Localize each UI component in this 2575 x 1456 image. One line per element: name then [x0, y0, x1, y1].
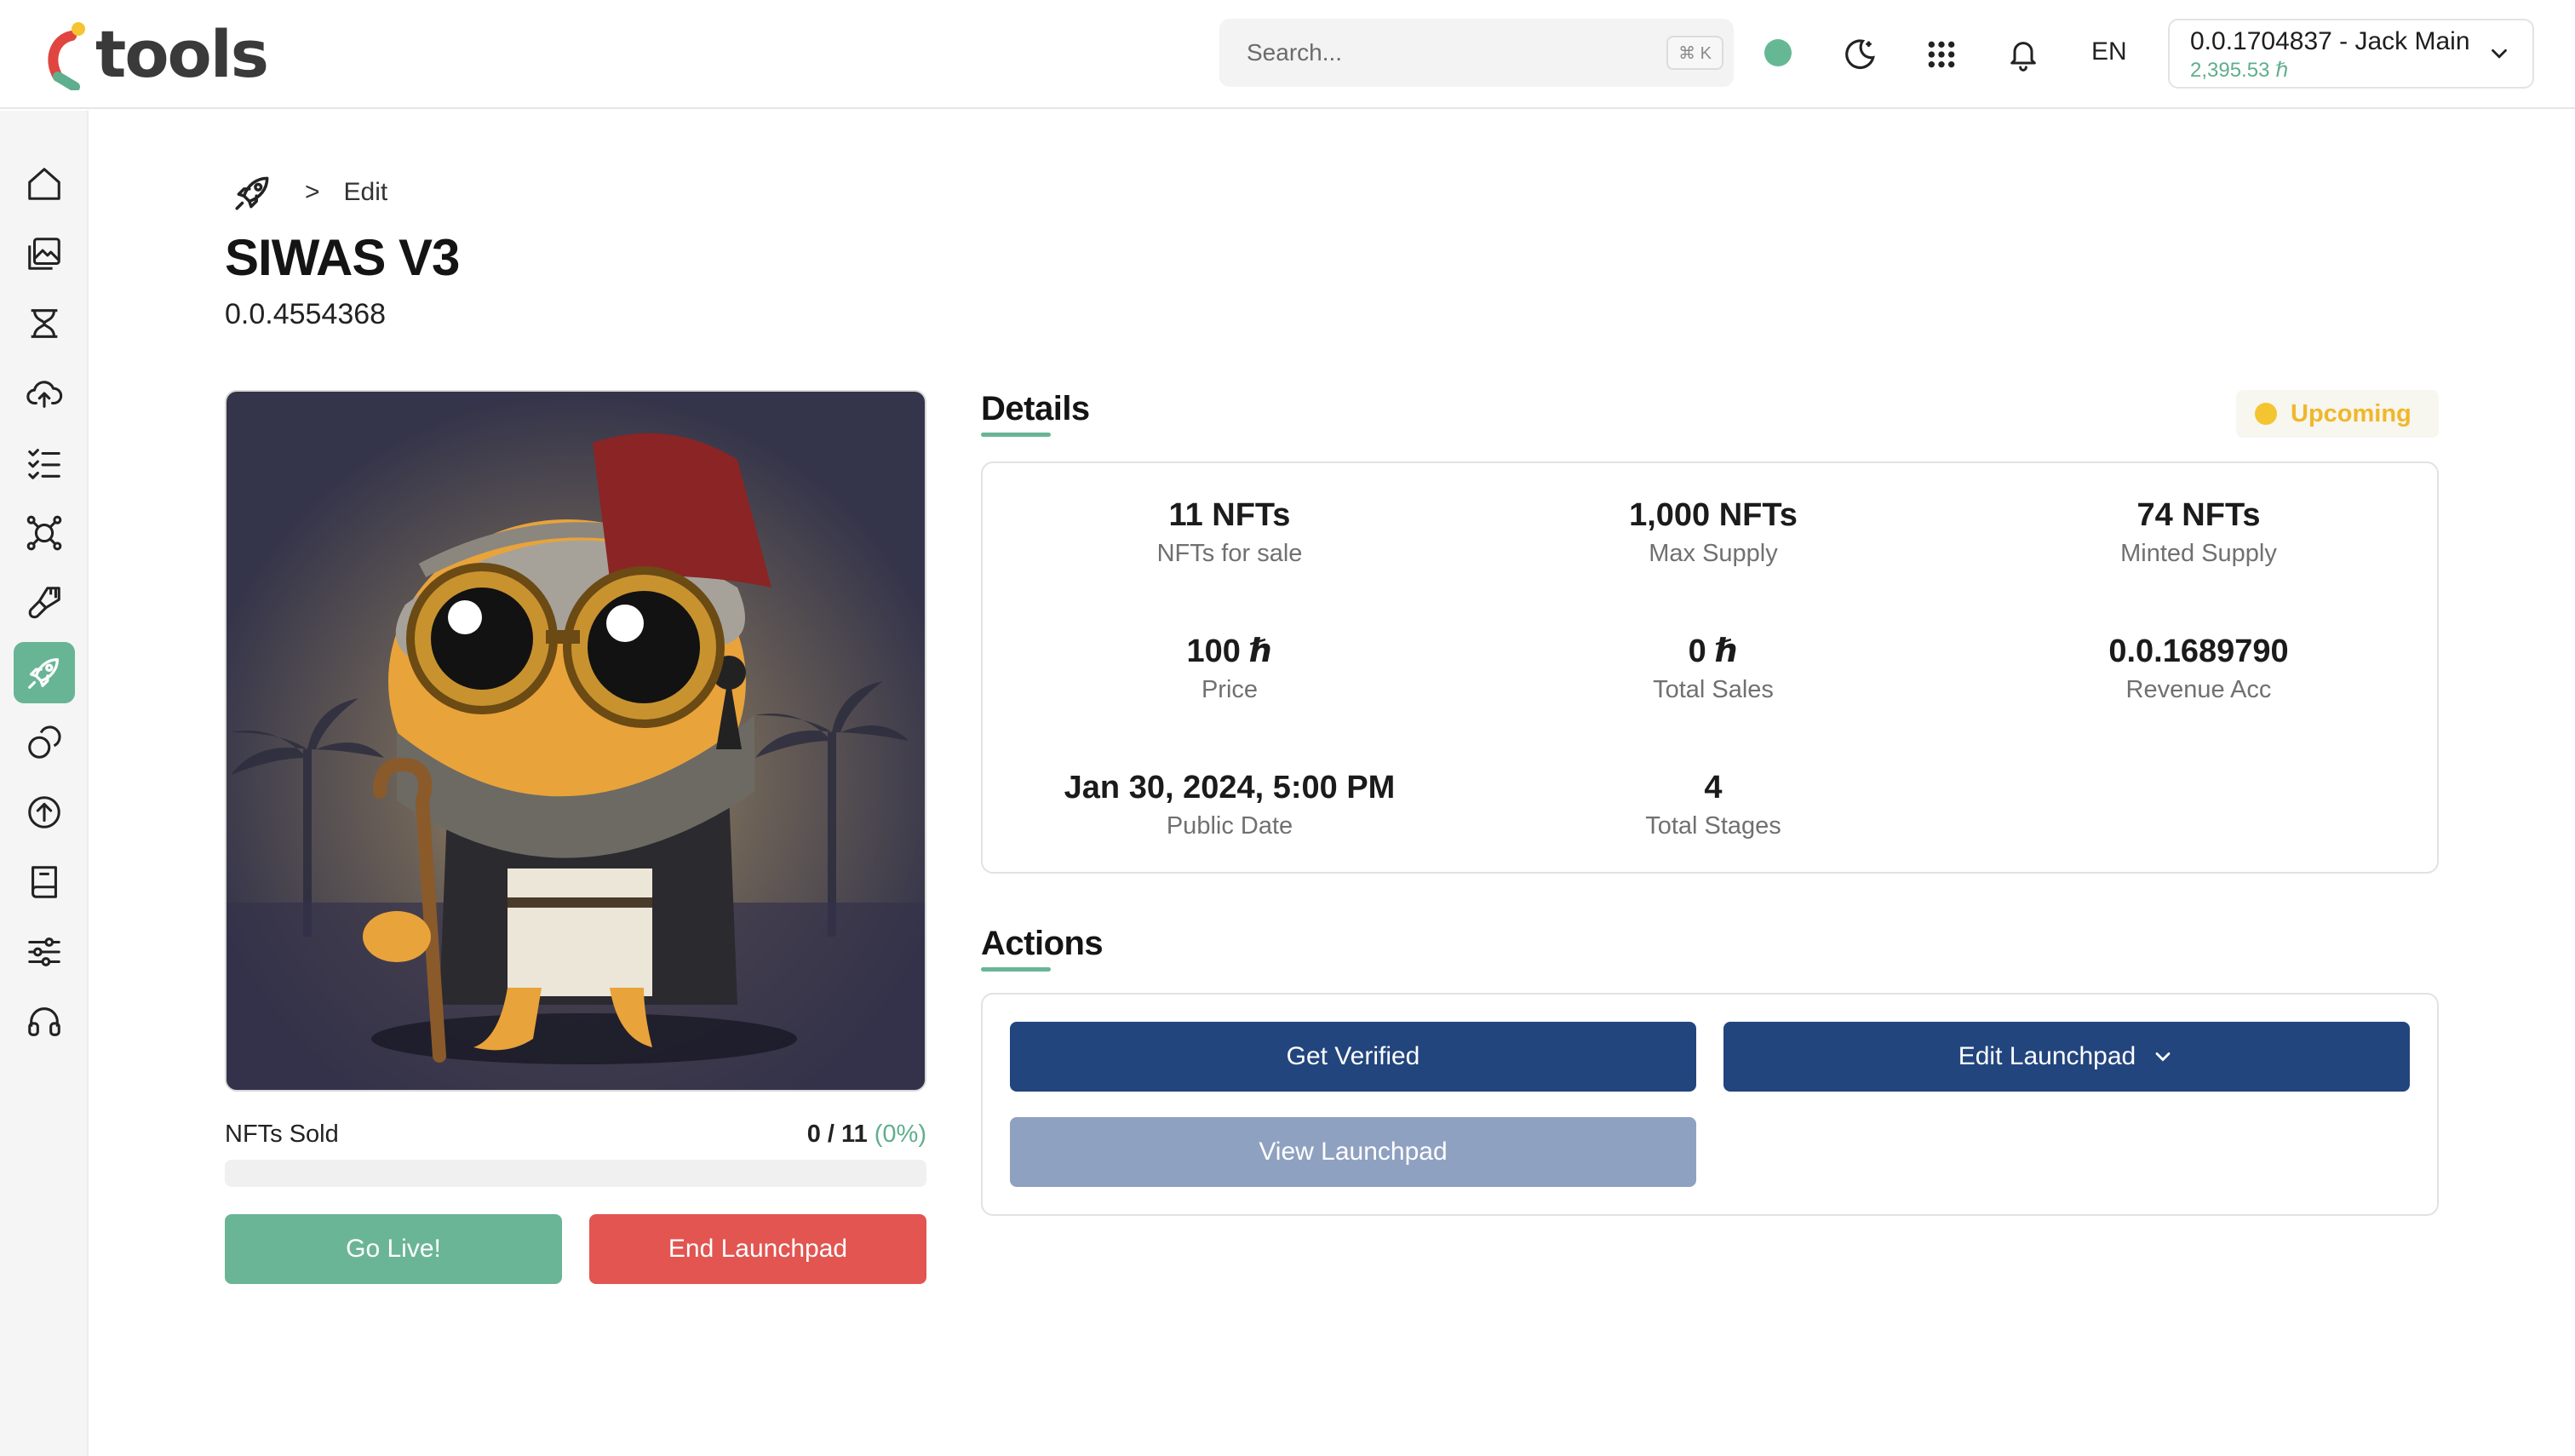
stat-max-supply: 1,000 NFTs Max Supply: [1475, 496, 1952, 570]
actions-panel: Get Verified Edit Launchpad View Launchp…: [981, 993, 2439, 1216]
stat-label: Total Stages: [1645, 812, 1781, 840]
sidebar-item-home[interactable]: [14, 153, 75, 215]
breadcrumb-separator: >: [305, 178, 320, 206]
stat-label: Price: [1201, 676, 1259, 703]
details-underline: [981, 433, 1051, 437]
stat-total-sales: 0 ℏ Total Sales: [1475, 632, 1952, 707]
sidebar-item-support[interactable]: [14, 991, 75, 1052]
gallery-icon: [28, 238, 60, 270]
language-selector[interactable]: EN: [2091, 37, 2127, 66]
headset-icon: [28, 1007, 60, 1036]
rocket-icon: [28, 658, 59, 689]
sale-progress-bar: [225, 1160, 926, 1187]
sidebar-item-launchpad[interactable]: [14, 642, 75, 703]
sidebar-item-gallery[interactable]: [14, 223, 75, 284]
stat-value: 4: [1704, 770, 1723, 805]
nfts-sold-label: NFTs Sold: [225, 1121, 339, 1148]
stat-value: 0.0.1689790: [2108, 633, 2289, 669]
network-icon: [26, 515, 62, 551]
edit-launchpad-button[interactable]: Edit Launchpad: [1723, 1022, 2410, 1092]
sidebar: [0, 111, 89, 1456]
stat-public-date: Jan 30, 2024, 5:00 PM Public Date: [991, 768, 1468, 843]
stat-label: Total Sales: [1653, 676, 1774, 703]
edit-launchpad-label: Edit Launchpad: [1958, 1042, 2136, 1070]
account-name: 0.0.1704837 - Jack Main: [2190, 27, 2470, 55]
actions-underline: [981, 967, 1051, 972]
stat-label: Max Supply: [1649, 540, 1778, 567]
status-badge: Upcoming: [2236, 390, 2439, 438]
end-launchpad-button[interactable]: End Launchpad: [589, 1214, 926, 1284]
sidebar-item-network[interactable]: [14, 502, 75, 564]
stat-value: 100 ℏ: [1186, 633, 1273, 669]
search-shortcut: ⌘ K: [1666, 36, 1723, 70]
stat-value: Jan 30, 2024, 5:00 PM: [1064, 770, 1396, 805]
sidebar-item-brush[interactable]: [14, 572, 75, 633]
stat-value: 0 ℏ: [1688, 633, 1739, 669]
theme-toggle-icon[interactable]: [1834, 29, 1885, 80]
bell-icon[interactable]: [1998, 29, 2049, 80]
breadcrumb-current: Edit: [343, 178, 388, 206]
status-dot: [2255, 403, 2277, 425]
stat-label: NFTs for sale: [1156, 540, 1303, 567]
actions-heading: Actions: [981, 925, 1104, 962]
nfts-sold-count: 0 / 11: [806, 1121, 868, 1148]
stat-label: Public Date: [1166, 812, 1293, 840]
details-heading: Details: [981, 390, 1090, 427]
nft-artwork: [225, 390, 926, 1092]
details-panel: 11 NFTs NFTs for sale 1,000 NFTs Max Sup…: [981, 461, 2439, 874]
coins-icon: [28, 725, 61, 759]
status-badge-text: Upcoming: [2291, 399, 2412, 427]
nfts-sold-percent: (0%): [874, 1121, 926, 1148]
stat-label: Minted Supply: [2120, 540, 2277, 567]
arrow-up-circle-icon: [28, 796, 60, 828]
sidebar-item-upload[interactable]: [14, 363, 75, 424]
stat-value: 74 NFTs: [2136, 497, 2261, 533]
stat-minted-supply: 74 NFTs Minted Supply: [1960, 496, 2437, 570]
sidebar-item-upgrade[interactable]: [14, 782, 75, 843]
stat-nfts-for-sale: 11 NFTs NFTs for sale: [991, 496, 1468, 570]
go-live-button[interactable]: Go Live!: [225, 1214, 562, 1284]
stat-total-stages: 4 Total Stages: [1475, 768, 1952, 843]
rocket-icon[interactable]: [232, 171, 274, 214]
chevron-down-icon: [2492, 49, 2507, 59]
logo-icon: [48, 22, 85, 90]
account-selector[interactable]: 0.0.1704837 - Jack Main 2,395.53 ℏ: [2168, 19, 2534, 89]
top-bar: tools ⌘ K EN 0.0.1704837 - Jack Main 2,3…: [0, 0, 2575, 109]
stat-value: 1,000 NFTs: [1629, 497, 1798, 533]
stat-price: 100 ℏ Price: [991, 632, 1468, 707]
sidebar-item-checklist[interactable]: [14, 433, 75, 494]
nfts-sold-value: 0 / 11 (0%): [807, 1121, 926, 1149]
search-bar[interactable]: ⌘ K: [1219, 19, 1734, 87]
breadcrumb: > Edit: [232, 167, 387, 218]
stat-value: 11 NFTs: [1168, 497, 1291, 533]
book-icon: [32, 866, 57, 898]
account-balance: 2,395.53 ℏ: [2190, 59, 2289, 82]
sidebar-item-docs[interactable]: [14, 851, 75, 913]
cloud-upload-icon: [26, 381, 63, 408]
sliders-icon: [28, 937, 60, 966]
chevron-down-icon: [2155, 1052, 2171, 1062]
sidebar-item-coins[interactable]: [14, 712, 75, 773]
home-icon: [28, 168, 60, 200]
stat-revenue-account: 0.0.1689790 Revenue Acc: [1960, 632, 2437, 707]
token-id: 0.0.4554368: [225, 298, 387, 330]
view-launchpad-button[interactable]: View Launchpad: [1010, 1117, 1696, 1187]
sidebar-item-settings[interactable]: [14, 921, 75, 983]
stat-label: Revenue Acc: [2125, 676, 2272, 703]
search-input[interactable]: [1247, 39, 1621, 66]
get-verified-button[interactable]: Get Verified: [1010, 1022, 1696, 1092]
page-title: SIWAS V3: [225, 229, 460, 286]
network-status-dot: [1764, 39, 1792, 66]
brush-icon: [28, 587, 60, 619]
logo-text: tools: [95, 16, 269, 92]
apps-grid-icon[interactable]: [1916, 29, 1967, 80]
logo[interactable]: tools: [37, 16, 269, 92]
checklist-icon: [28, 449, 60, 479]
sidebar-item-hourglass[interactable]: [14, 293, 75, 354]
hourglass-icon: [31, 309, 58, 338]
